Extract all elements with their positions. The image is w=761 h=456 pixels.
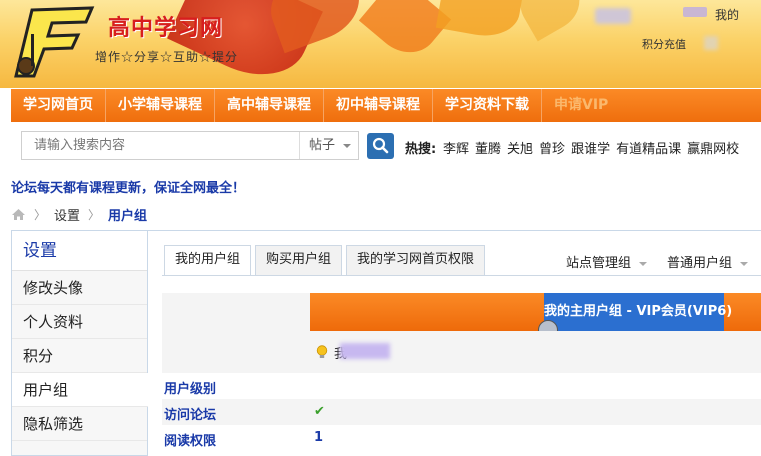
row-label: 阅读权限 [164,434,217,449]
nav-item-home[interactable]: 学习网首页 [11,89,106,122]
site-slogan: 增作☆分享☆互助☆提分 [95,50,239,64]
decor-leaf [435,0,525,42]
sidebar-item-usergroup[interactable]: 用户组 [12,373,148,407]
hot-search-link[interactable]: 曾珍 [539,138,565,157]
nav-item-high-school-courses[interactable]: 高中辅导课程 [215,89,324,122]
points-recharge-link[interactable]: 积分充值 [642,36,686,52]
dropdown-label: 普通用户组 [667,256,733,271]
normal-user-group-dropdown[interactable]: 普通用户组 [667,252,749,271]
tab-homepage-permissions[interactable]: 我的学习网首页权限 [346,245,486,275]
avatar-blurred [704,36,718,50]
usergroup-tabs: 我的用户组 购买用户组 我的学习网首页权限 [164,245,486,276]
chevron-down-icon [343,144,351,148]
sidebar-item-privacy[interactable]: 隐私筛选 [12,407,147,441]
row-label: 访问论坛 [164,408,217,423]
table-row: 用户级别 [162,373,761,399]
main-nav: 学习网首页 小学辅导课程 高中辅导课程 初中辅导课程 学习资料下载 申请VIP [11,89,761,122]
hot-search-link[interactable]: 跟谁学 [571,138,610,157]
check-icon: ✔ [314,404,325,419]
breadcrumb-usergroup[interactable]: 用户组 [108,205,147,224]
current-user-row: 我 [162,331,761,373]
chevron-right-icon: 〉 [88,208,101,222]
row-label: 用户级别 [164,382,217,397]
nav-item-apply-vip[interactable]: 申请VIP [542,89,620,122]
chevron-down-icon [740,261,749,266]
main-panel: 我的用户组 购买用户组 我的学习网首页权限 站点管理组 普通用户组 我的主用户组… [148,230,761,456]
home-icon[interactable] [11,208,26,221]
breadcrumb: 〉 设置 〉 用户组 [11,205,147,224]
username-blurred [340,343,390,359]
tabs-divider [162,275,761,276]
site-header: 高中学习网 增作☆分享☆互助☆提分 我的 积分充值 [0,0,761,88]
decor-leaf [358,0,452,66]
sidebar-title: 设置 [12,231,147,271]
hot-search-label: 热搜: [405,142,437,157]
tab-buy-usergroup[interactable]: 购买用户组 [255,245,343,275]
search-input[interactable] [22,132,298,159]
hot-search-link[interactable]: 赢鼎网校 [687,138,739,157]
search-type-value: 帖子 [309,138,336,153]
dropdown-label: 站点管理组 [566,256,632,271]
hot-search-link[interactable]: 关旭 [507,138,533,157]
site-title[interactable]: 高中学习网 [108,10,223,42]
search-icon [372,137,389,154]
nav-item-downloads[interactable]: 学习资料下载 [433,89,542,122]
breadcrumb-settings[interactable]: 设置 [54,205,80,224]
search-box: 帖子 [21,131,359,160]
row-value: 1 [314,430,324,445]
sidebar-item-points[interactable]: 积分 [12,339,147,373]
site-admin-group-dropdown[interactable]: 站点管理组 [566,252,648,271]
settings-sidebar: 设置 修改头像 个人资料 积分 用户组 隐私筛选 [11,230,148,456]
hot-search-link[interactable]: 有道精品课 [616,138,681,157]
chevron-right-icon: 〉 [34,208,47,222]
hot-search-link[interactable]: 李辉 [443,138,469,157]
announcement-link[interactable]: 论坛每天都有课程更新，保证全网最全！ [11,177,245,196]
tab-my-usergroup[interactable]: 我的用户组 [164,245,252,276]
sidebar-item-avatar[interactable]: 修改头像 [12,271,147,305]
lightbulb-icon [316,345,328,358]
decor-leaf [510,0,590,42]
hot-search-list: 李辉 董腾 关旭 曾珍 跟谁学 有道精品课 赢鼎网校 [443,138,739,157]
chevron-down-icon [639,261,648,266]
main-group-header: 我的主用户组 - VIP会员(VIP6) [544,293,732,331]
group-header-row: 我的主用户组 - VIP会员(VIP6) [162,293,761,340]
search-button[interactable] [367,133,394,159]
search-type-select[interactable]: 帖子 [299,132,359,159]
user-badge [683,7,707,17]
hot-search-link[interactable]: 董腾 [475,138,501,157]
table-row: 访问论坛 ✔ [162,399,761,425]
table-row: 阅读权限 1 [162,425,761,451]
nav-item-primary-courses[interactable]: 小学辅导课程 [106,89,215,122]
usergroup-table: 我的主用户组 - VIP会员(VIP6) 我 用户级别 访问论坛 ✔ 阅读权限 … [162,293,761,451]
username-blurred [595,8,631,24]
my-menu-link[interactable]: 我的 [715,6,739,23]
sidebar-item-profile[interactable]: 个人资料 [12,305,147,339]
site-logo[interactable] [12,4,96,80]
nav-item-middle-school-courses[interactable]: 初中辅导课程 [324,89,433,122]
